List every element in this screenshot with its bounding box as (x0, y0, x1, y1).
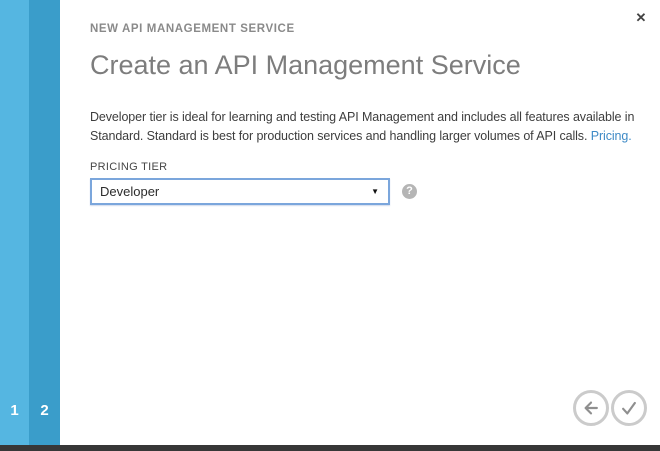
wizard-step-1-number: 1 (10, 402, 19, 419)
help-icon[interactable]: ? (402, 184, 417, 199)
back-button[interactable] (573, 390, 609, 426)
create-api-management-dialog: 1 2 ✕ NEW API MANAGEMENT SERVICE Create … (0, 0, 660, 451)
description-body: Developer tier is ideal for learning and… (90, 110, 635, 143)
bottom-strip (0, 445, 660, 451)
checkmark-icon (619, 398, 639, 418)
submit-button[interactable] (611, 390, 647, 426)
pricing-tier-selected-value: Developer (100, 184, 160, 199)
chevron-down-icon: ▼ (371, 186, 379, 196)
wizard-step-2-bar[interactable]: 2 (29, 0, 60, 445)
wizard-step-2-number: 2 (40, 402, 49, 419)
pricing-tier-row: Developer ▼ ? (90, 178, 642, 205)
dialog-eyebrow: NEW API MANAGEMENT SERVICE (90, 23, 295, 35)
pricing-tier-select[interactable]: Developer ▼ (90, 178, 390, 205)
arrow-left-icon (581, 398, 601, 418)
page-title: Create an API Management Service (90, 50, 521, 80)
description-text: Developer tier is ideal for learning and… (90, 108, 642, 146)
wizard-step-1-bar[interactable]: 1 (0, 0, 29, 445)
dialog-content: NEW API MANAGEMENT SERVICE Create an API… (90, 0, 642, 205)
wizard-nav-buttons (573, 390, 647, 426)
pricing-tier-label: PRICING TIER (90, 161, 168, 173)
pricing-link[interactable]: Pricing. (591, 129, 632, 143)
